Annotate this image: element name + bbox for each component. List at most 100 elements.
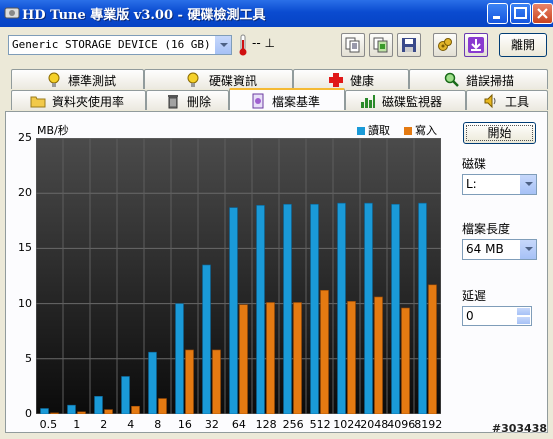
health-cross-icon — [329, 73, 343, 87]
x-tick-label: 64 — [231, 418, 246, 431]
y-tick-label: 5 — [25, 351, 32, 365]
thermometer-icon — [239, 34, 247, 56]
tab-erase-label: 刪除 — [187, 95, 212, 109]
tab-file-benchmark-label: 檔案基準 — [272, 95, 321, 109]
read-bar-2 — [94, 396, 103, 415]
chevron-down-icon[interactable] — [519, 240, 536, 259]
tab-file-benchmark[interactable]: 檔案基準 — [229, 88, 345, 110]
read-bar-64 — [229, 207, 238, 415]
tab-health[interactable]: 健康 — [293, 69, 409, 89]
x-tick-label: 2 — [100, 418, 108, 431]
options-button[interactable] — [433, 33, 457, 57]
window-title: HD Tune 專業版 v3.00 - 硬碟檢測工具 — [22, 8, 266, 23]
file-length-select-value: 64 MB — [466, 242, 504, 256]
legend-read-swatch — [357, 127, 365, 135]
tab-drive-info[interactable]: 硬碟資訊 — [144, 69, 293, 89]
toolbar: Generic STORAGE DEVICE (16 GB) -- ⊥ 離開 — [0, 27, 553, 63]
save-button[interactable] — [397, 33, 421, 57]
save-icon — [402, 38, 416, 52]
file-benchmark-icon — [252, 93, 264, 109]
read-bar-16 — [175, 303, 184, 415]
file-length-select[interactable]: 64 MB — [462, 239, 537, 260]
minimize-button[interactable] — [487, 3, 508, 24]
read-bar-8192 — [418, 202, 427, 415]
legend-read: 讀取 — [357, 122, 390, 138]
down-arrow-button[interactable] — [464, 33, 488, 57]
spin-down-icon[interactable] — [516, 316, 531, 325]
disk-monitor-icon — [361, 95, 375, 108]
drive-label: 磁碟 — [462, 157, 487, 171]
tab-drive-info-label: 硬碟資訊 — [209, 74, 258, 88]
write-bar-1024 — [347, 301, 356, 415]
tab-error-scan[interactable]: 錯誤掃描 — [409, 69, 548, 89]
exit-button[interactable]: 離開 — [499, 33, 547, 57]
info-icon — [187, 72, 199, 87]
copy-screenshot-icon — [373, 37, 388, 53]
title-bar: HD Tune 專業版 v3.00 - 硬碟檢測工具 — [0, 0, 553, 27]
chevron-down-icon[interactable] — [214, 36, 231, 54]
start-button[interactable]: 開始 — [463, 122, 536, 144]
close-icon — [537, 8, 548, 19]
app-icon — [4, 7, 20, 19]
x-tick-label: 4096 — [387, 418, 416, 431]
tab-benchmark[interactable]: 標準測試 — [11, 69, 144, 89]
device-select[interactable]: Generic STORAGE DEVICE (16 GB) — [8, 35, 232, 55]
copy-text-button[interactable] — [341, 33, 365, 57]
read-bar-0.5 — [40, 408, 49, 415]
tab-erase[interactable]: 刪除 — [146, 90, 229, 110]
tab-folder-usage-label: 資料夾使用率 — [52, 95, 125, 109]
write-bar-32 — [212, 349, 221, 415]
drive-select[interactable]: L: — [462, 174, 537, 195]
write-bar-0.5 — [50, 412, 59, 415]
close-button[interactable] — [532, 3, 553, 24]
chart-plot-area — [35, 137, 442, 415]
write-bar-64 — [239, 304, 248, 415]
delay-label: 延遲 — [462, 289, 487, 303]
trash-icon — [168, 95, 178, 109]
tab-disk-monitor[interactable]: 磁碟監視器 — [345, 90, 466, 110]
tab-disk-monitor-label: 磁碟監視器 — [382, 95, 443, 109]
x-tick-label: 0.5 — [39, 418, 58, 431]
delay-spinner-buttons — [516, 307, 531, 325]
x-tick-label: 1 — [73, 418, 81, 431]
x-tick-label: 8192 — [414, 418, 443, 431]
y-tick-label: 20 — [18, 186, 32, 200]
read-bar-4096 — [391, 203, 400, 415]
chevron-down-icon[interactable] — [519, 175, 536, 194]
delay-value: 0 — [466, 309, 474, 323]
read-bar-4 — [121, 376, 130, 415]
write-bar-8 — [158, 398, 167, 415]
drive-select-value: L: — [466, 177, 477, 191]
speaker-icon — [484, 93, 496, 109]
legend-write-swatch — [404, 127, 412, 135]
temperature-readout: -- ⊥ — [252, 36, 275, 50]
legend-write: 寫入 — [404, 122, 437, 138]
tab-folder-usage[interactable]: 資料夾使用率 — [11, 90, 146, 110]
scan-magnifier-icon — [444, 72, 459, 87]
y-tick-label: 25 — [18, 131, 32, 144]
y-tick-label: 15 — [18, 241, 32, 255]
read-bar-256 — [283, 203, 292, 415]
copy-screenshot-button[interactable] — [369, 33, 393, 57]
watermark-text: #303438 — [491, 422, 547, 435]
y-tick-label: 0 — [25, 407, 32, 420]
read-bar-128 — [256, 205, 265, 415]
x-tick-label: 2048 — [360, 418, 389, 431]
chart-svg — [35, 137, 442, 415]
write-bar-16 — [185, 349, 194, 415]
y-tick-label: 10 — [18, 296, 32, 310]
minimize-icon — [493, 16, 500, 19]
read-bar-1024 — [337, 202, 346, 415]
tab-tools-label: 工具 — [505, 95, 530, 109]
y-axis-label: MB/秒 — [37, 124, 69, 137]
maximize-button[interactable] — [510, 3, 531, 24]
spin-up-icon[interactable] — [516, 307, 531, 316]
delay-spinner[interactable]: 0 — [462, 306, 532, 326]
read-bar-1 — [67, 404, 76, 415]
x-tick-label: 256 — [282, 418, 304, 431]
read-bar-2048 — [364, 202, 373, 415]
tab-error-scan-label: 錯誤掃描 — [466, 74, 515, 88]
read-bar-32 — [202, 264, 211, 415]
read-bar-8 — [148, 351, 157, 415]
tab-tools[interactable]: 工具 — [466, 90, 548, 110]
